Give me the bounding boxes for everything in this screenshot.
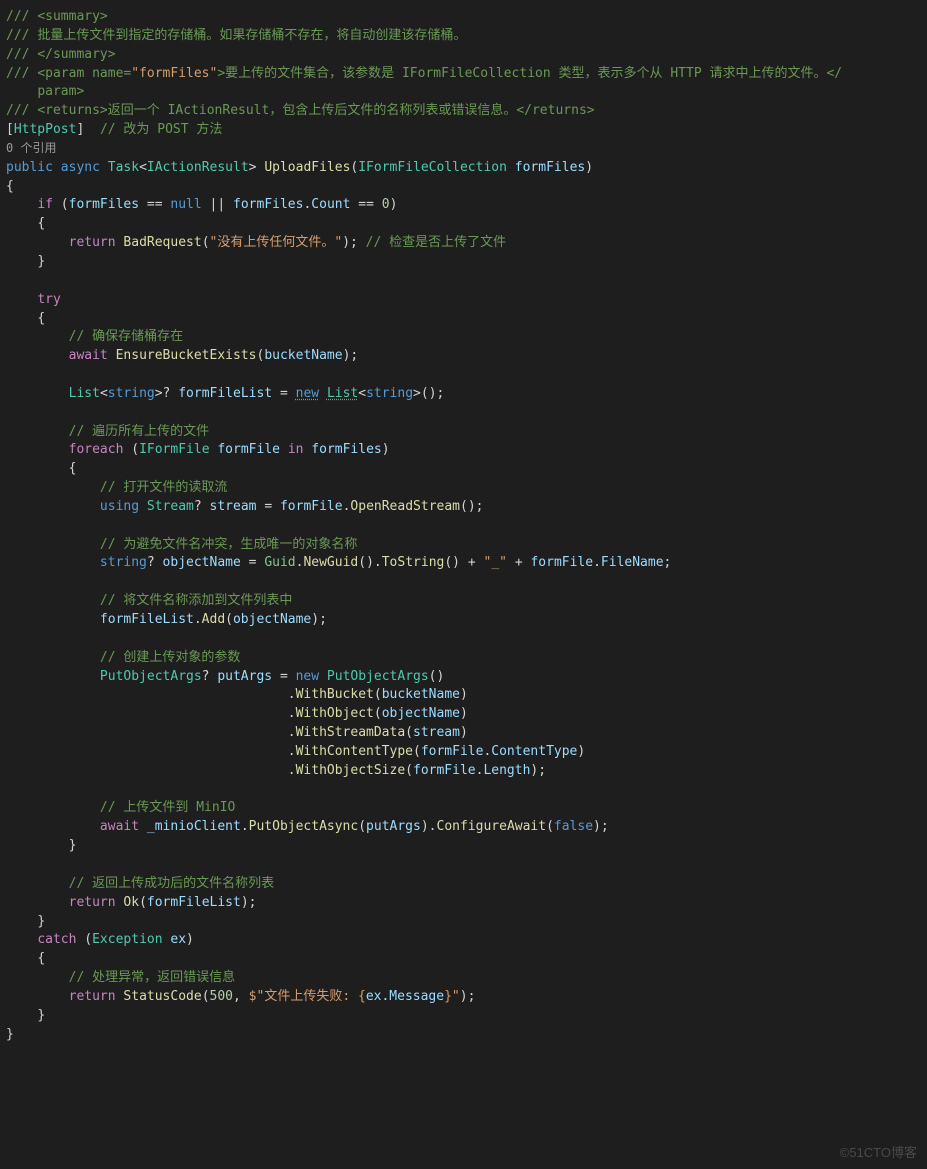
putargs: PutObjectArgs? putArgs = new PutObjectAr… [100, 669, 444, 684]
return-statuscode: return StatusCode(500, $"文件上传失败: {ex.Mes… [69, 989, 476, 1004]
cmt: // 创建上传对象的参数 [100, 650, 240, 665]
doc-param: /// <param name="formFiles">要上传的文件集合，该参数… [6, 66, 850, 81]
watermark: ©51CTO博客 [840, 1144, 917, 1163]
code-editor[interactable]: /// <summary> /// 批量上传文件到指定的存储桶。如果存储桶不存在… [0, 0, 927, 1044]
doc-desc: /// 批量上传文件到指定的存储桶。如果存储桶不存在，将自动创建该存储桶。 [6, 28, 466, 43]
cmt: // 打开文件的读取流 [100, 480, 227, 495]
using-stream: using Stream? stream = formFile.OpenRead… [100, 499, 484, 514]
if-check: if (formFiles == null || formFiles.Count… [37, 197, 397, 212]
catch-clause: catch (Exception ex) [37, 932, 194, 947]
method-signature: public async Task<IActionResult> UploadF… [6, 160, 593, 175]
cmt: // 返回上传成功后的文件名称列表 [69, 876, 274, 891]
cmt: // 为避免文件名冲突，生成唯一的对象名称 [100, 537, 357, 552]
return-badrequest: return BadRequest("没有上传任何文件。"); // 检查是否上… [69, 235, 507, 250]
cmt: // 确保存储桶存在 [69, 329, 183, 344]
codelens-refs[interactable]: 0 个引用 [6, 141, 56, 155]
list-init: List<string>? formFileList = new List<st… [69, 386, 445, 401]
await-ensure: await EnsureBucketExists(bucketName); [69, 348, 359, 363]
foreach-loop: foreach (IFormFile formFile in formFiles… [69, 442, 390, 457]
return-ok: return Ok(formFileList); [69, 895, 257, 910]
try-kw: try [37, 292, 60, 307]
brace: { [6, 179, 14, 194]
add-to-list: formFileList.Add(objectName); [100, 612, 327, 627]
cmt: // 将文件名称添加到文件列表中 [100, 593, 292, 608]
cmt: // 上传文件到 MinIO [100, 800, 235, 815]
doc-open: /// <summary> [6, 9, 108, 24]
attribute-line: [HttpPost] // 改为 POST 方法 [6, 122, 222, 137]
doc-param-end: param> [6, 84, 84, 99]
upload-call: await _minioClient.PutObjectAsync(putArg… [100, 819, 609, 834]
cmt: // 处理异常，返回错误信息 [69, 970, 235, 985]
object-name: string? objectName = Guid.NewGuid().ToSt… [100, 555, 671, 570]
doc-returns: /// <returns>返回一个 IActionResult，包含上传后文件的… [6, 103, 595, 118]
doc-close: /// </summary> [6, 47, 116, 62]
cmt: // 遍历所有上传的文件 [69, 424, 209, 439]
